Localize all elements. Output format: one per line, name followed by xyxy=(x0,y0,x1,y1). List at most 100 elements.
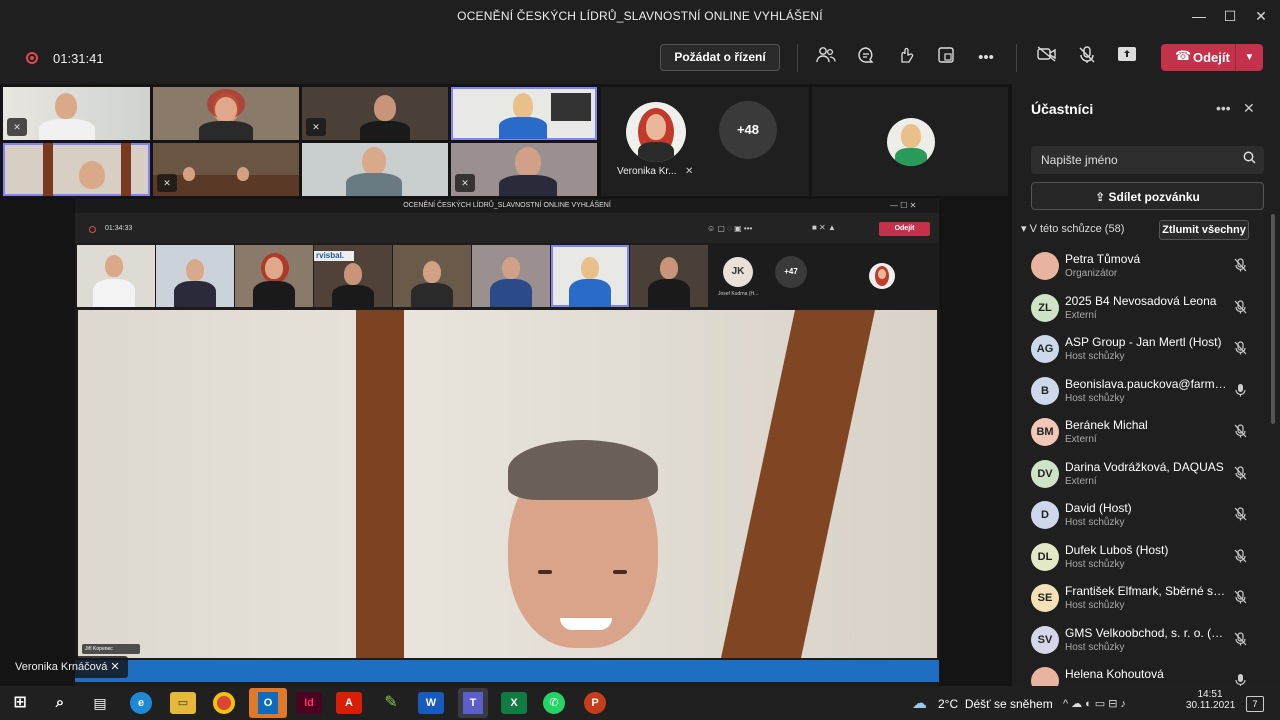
participant-row[interactable]: SE František Elfmark, Sběrné sur... Host s… xyxy=(1031,580,1261,620)
mic-off-icon[interactable] xyxy=(1234,590,1247,607)
participant-row[interactable]: B Beonislava.pauckova@farmak... Host schůz… xyxy=(1031,373,1261,413)
inner-speaker-label: Jiří Kopenec xyxy=(82,644,140,654)
meeting-timer: 01:31:41 xyxy=(53,51,104,66)
file-explorer-icon[interactable]: ▭ xyxy=(170,692,196,714)
share-screen-icon[interactable] xyxy=(1115,46,1139,70)
participant-row[interactable]: DV Darina Vodrážková, DAQUAS Externí xyxy=(1031,456,1261,496)
mic-off-icon[interactable] xyxy=(1234,299,1247,317)
participant-row[interactable]: BM Beránek Michal Externí xyxy=(1031,414,1261,454)
maximize-button[interactable]: ☐ xyxy=(1219,6,1241,26)
weather-icon: ☁ xyxy=(912,695,927,712)
mic-icon[interactable] xyxy=(1234,383,1247,400)
chevron-down-icon[interactable]: ▼ xyxy=(1235,44,1263,71)
participant-name: Beránek Michal xyxy=(1065,418,1148,432)
mic-off-icon: ✕ xyxy=(157,174,177,192)
mic-off-icon[interactable] xyxy=(1075,46,1099,70)
minimize-button[interactable]: — xyxy=(1188,6,1210,26)
weather-widget[interactable]: 2°C Déšť se sněhem xyxy=(938,697,1053,711)
inner-self-view xyxy=(869,263,895,289)
chat-icon[interactable] xyxy=(854,46,878,70)
share-icon: ⇪ xyxy=(1095,190,1106,204)
task-view-icon[interactable]: ▤ xyxy=(87,692,113,714)
mic-off-icon[interactable] xyxy=(1234,424,1247,441)
mic-off-icon[interactable] xyxy=(1234,507,1247,524)
participant-name: ASP Group - Jan Mertl (Host) xyxy=(1065,335,1222,349)
mute-all-button[interactable]: Ztlumit všechny xyxy=(1159,220,1249,240)
word-icon[interactable]: W xyxy=(418,692,444,714)
mic-off-icon[interactable] xyxy=(1234,631,1247,649)
share-invite-button[interactable]: ⇪ Sdílet pozvánku xyxy=(1031,182,1264,210)
self-view-tile[interactable] xyxy=(812,87,1008,196)
panel-title: Účastníci xyxy=(1031,101,1094,117)
participant-row[interactable]: DL Dufek Luboš (Host) Host schůzky xyxy=(1031,539,1261,579)
share-invite-label: Sdílet pozvánku xyxy=(1108,190,1200,204)
participant-name: František Elfmark, Sběrné sur... xyxy=(1065,584,1227,598)
shared-screen: OCENĚNÍ ČESKÝCH LÍDRŮ_SLAVNOSTNÍ ONLINE … xyxy=(75,199,939,686)
mic-off-icon[interactable] xyxy=(1234,258,1247,275)
system-tray-icons[interactable]: ^☁◐▭⊟♪ xyxy=(1063,697,1129,710)
search-input[interactable]: Napište jméno xyxy=(1031,146,1264,174)
meeting-count: V této schůzce (58) xyxy=(1029,223,1125,235)
edge-icon[interactable]: e xyxy=(130,692,152,714)
taskbar-clock[interactable]: 14:51 30.11.2021 xyxy=(1186,689,1236,711)
outlook-icon[interactable]: O xyxy=(249,688,287,718)
video-tile[interactable]: ✕ xyxy=(3,87,150,140)
inner-name: Josef Kudrna (H... xyxy=(718,291,759,297)
teams-icon[interactable]: T xyxy=(458,688,488,718)
indesign-icon[interactable]: Id xyxy=(296,692,322,714)
inner-tile xyxy=(393,245,471,307)
video-tile-selected[interactable] xyxy=(3,143,150,196)
participant-name: GMS Velkoobchod, s. r. o. (Ho... xyxy=(1065,625,1227,640)
more-actions-icon[interactable]: ••• xyxy=(974,46,998,70)
request-control-button[interactable]: Požádat o řízení xyxy=(660,44,780,71)
inner-tile xyxy=(156,245,234,307)
inner-media-icons: ■ ✕ ▲ xyxy=(812,223,836,232)
reactions-icon[interactable] xyxy=(894,46,918,70)
chrome-icon[interactable] xyxy=(213,692,235,714)
clock-date: 30.11.2021 xyxy=(1186,700,1236,711)
video-tile[interactable] xyxy=(153,87,299,140)
mic-off-icon: ✕ xyxy=(455,174,475,192)
camera-off-icon[interactable] xyxy=(1035,46,1059,70)
video-tile-selected[interactable] xyxy=(451,87,597,140)
participant-role: Host schůzky xyxy=(1065,392,1125,404)
participant-row[interactable]: ZL 2025 B4 Nevosadová Leona Externí xyxy=(1031,290,1261,330)
meeting-section-header[interactable]: ▾ V této schůzce (58) xyxy=(1021,222,1124,235)
rooms-icon[interactable] xyxy=(934,46,958,70)
video-tile[interactable]: ✕ xyxy=(302,87,448,140)
close-button[interactable]: ✕ xyxy=(1250,6,1272,26)
paint-icon[interactable]: ✎ xyxy=(378,692,404,714)
panel-scrollbar[interactable] xyxy=(1271,214,1275,424)
more-options-icon[interactable]: ••• xyxy=(1216,100,1231,116)
participant-row[interactable]: D David (Host) Host schůzky xyxy=(1031,497,1261,537)
windows-start-icon[interactable]: ⊞ xyxy=(7,692,33,714)
leave-button[interactable]: ☎ Odejít ▼ xyxy=(1161,44,1263,71)
mic-off-icon[interactable] xyxy=(1234,341,1247,358)
avatar: SV xyxy=(1031,625,1059,654)
avatar: DV xyxy=(1031,459,1059,488)
spotlight-tile[interactable]: Veronika Kr... ✕ +48 xyxy=(601,87,809,196)
video-tile[interactable]: ✕ xyxy=(153,143,299,196)
participant-row[interactable]: SV GMS Velkoobchod, s. r. o. (Ho... Host s… xyxy=(1031,622,1261,662)
participant-row[interactable]: Petra Tůmová Organizátor xyxy=(1031,248,1261,288)
mic-off-icon: ✕ xyxy=(685,166,694,177)
inner-tile xyxy=(77,245,155,307)
video-tile[interactable] xyxy=(302,143,448,196)
search-taskbar-icon[interactable]: ⌕ xyxy=(47,692,73,714)
video-tile[interactable]: ✕ xyxy=(451,143,597,196)
close-panel-icon[interactable]: ✕ xyxy=(1243,100,1255,117)
mic-off-icon: ✕ xyxy=(110,661,120,673)
mic-off-icon[interactable] xyxy=(1234,465,1247,483)
overflow-count[interactable]: +48 xyxy=(719,101,777,159)
participant-row[interactable]: AG ASP Group - Jan Mertl (Host) Host schůz… xyxy=(1031,331,1261,371)
avatar: SE xyxy=(1031,584,1059,612)
participants-icon[interactable] xyxy=(814,46,838,70)
powerpoint-icon[interactable]: P xyxy=(584,692,606,714)
acrobat-icon[interactable]: A xyxy=(336,692,362,714)
recording-icon xyxy=(26,52,38,64)
notification-badge[interactable]: 7 xyxy=(1246,696,1264,712)
whatsapp-icon[interactable]: ✆ xyxy=(543,692,565,714)
inner-tile-selected xyxy=(551,245,629,307)
excel-icon[interactable]: X xyxy=(501,692,527,714)
mic-off-icon[interactable] xyxy=(1234,548,1247,566)
